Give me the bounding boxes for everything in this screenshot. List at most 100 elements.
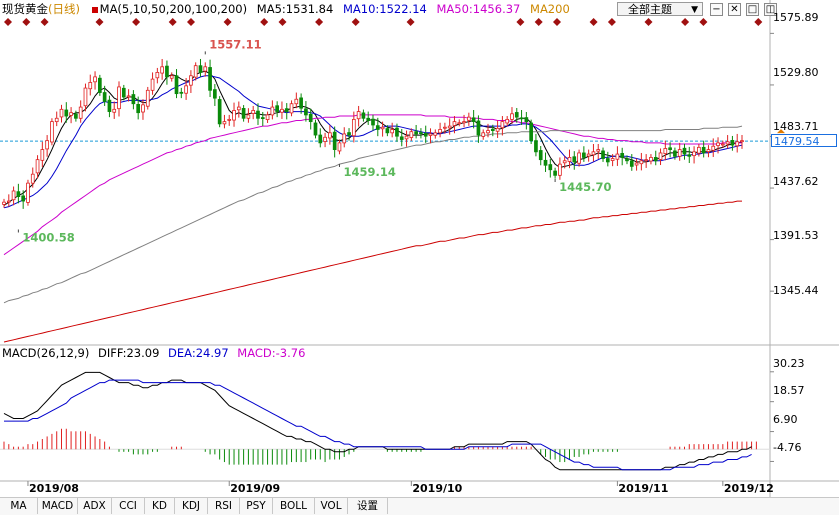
candle-body <box>198 65 203 73</box>
tab-boll[interactable]: BOLL <box>273 498 315 514</box>
candle-body <box>328 132 332 139</box>
candle-body <box>160 66 164 74</box>
gold-price-chart: 2019/08 2019/09 2019/10 2019/11 2019/12 1557.… <box>0 0 839 515</box>
macd-axis-label: 6.90 <box>773 413 798 426</box>
candle-body <box>543 159 548 166</box>
period-label[interactable]: (日线) <box>48 2 80 16</box>
candle-body <box>208 67 212 91</box>
candle-body <box>35 159 40 174</box>
candle-body <box>462 121 466 124</box>
candle-body <box>366 117 371 121</box>
candle-body <box>572 156 577 163</box>
candle-body <box>213 89 217 99</box>
candle-body <box>184 85 188 94</box>
candle-body <box>141 104 145 113</box>
candle-body <box>567 157 572 162</box>
price-axis-label: 1345.44 <box>773 284 819 297</box>
tab-adx[interactable]: ADX <box>78 498 112 514</box>
candle-body <box>304 108 308 116</box>
candle-body <box>730 140 735 146</box>
candle-body <box>534 140 538 153</box>
candle-body <box>644 159 648 162</box>
candle-body <box>610 158 615 161</box>
event-marker-icon <box>553 18 561 26</box>
candle-body <box>88 82 93 90</box>
candle-body <box>582 152 586 158</box>
candle-body <box>21 195 26 202</box>
tab-cci[interactable]: CCI <box>112 498 145 514</box>
candle-body <box>529 122 533 142</box>
theme-select[interactable]: 全部主题 ▼ <box>617 2 703 16</box>
event-marker-icon <box>95 18 104 26</box>
candle-body <box>735 141 740 147</box>
tab-kdj[interactable]: KDJ <box>175 498 208 514</box>
ma-line-ma50 <box>3 114 742 256</box>
candle-body <box>217 99 222 125</box>
candle-body <box>490 128 495 131</box>
chart-canvas: 2019/08 2019/09 2019/10 2019/11 2019/12 1557.… <box>0 0 839 497</box>
candle-body <box>558 163 562 176</box>
candle-body <box>121 87 126 98</box>
candle-body <box>299 97 303 109</box>
candle-body <box>385 128 390 134</box>
candle-body <box>615 153 620 160</box>
event-marker-icon <box>699 18 708 26</box>
tab-psy[interactable]: PSY <box>240 498 273 514</box>
ma-params: MA(5,10,50,200,100,200) <box>99 2 248 16</box>
candle-body <box>538 150 543 161</box>
time-axis-label: 2019/12 <box>724 482 774 495</box>
candle-body <box>457 122 462 125</box>
candle-body <box>577 152 581 164</box>
event-marker-icon <box>315 18 324 26</box>
tab-ma[interactable]: MA <box>0 498 38 514</box>
candle-body <box>586 153 591 157</box>
expand-icon[interactable]: □ <box>746 3 759 16</box>
candle-body <box>351 118 356 137</box>
candle-body <box>16 191 21 197</box>
tab-macd[interactable]: MACD <box>38 498 78 514</box>
candle-body <box>169 75 174 79</box>
candle-body <box>78 106 83 119</box>
candle-body <box>625 158 629 162</box>
candle-body <box>553 170 557 176</box>
candle-body <box>514 112 519 118</box>
tab-rsi[interactable]: RSI <box>208 498 240 514</box>
candle-body <box>419 132 423 134</box>
ma-line-ma100 <box>3 125 743 304</box>
candle-body <box>519 117 524 120</box>
ma-color-swatch <box>91 7 98 13</box>
time-axis-label: 2019/08 <box>29 482 79 495</box>
candle-body <box>308 113 313 123</box>
candle-body <box>725 141 730 145</box>
candle-body <box>337 142 342 152</box>
candle-body <box>232 110 236 121</box>
candle-body <box>270 106 275 116</box>
price-axis-label: 1483.71 <box>773 120 819 133</box>
candle-body <box>673 150 677 157</box>
candle-body <box>260 117 265 119</box>
candle-body <box>668 147 672 150</box>
tab-vol[interactable]: VOL <box>315 498 348 514</box>
candle-body <box>711 145 716 151</box>
event-marker-icon <box>589 18 598 26</box>
minimize-icon[interactable]: − <box>710 3 723 16</box>
candle-body <box>131 94 136 105</box>
candle-body <box>241 108 246 119</box>
macd-axis-label: 18.57 <box>773 384 805 397</box>
macd-axis-label: 30.23 <box>773 357 805 370</box>
close-icon[interactable]: ✕ <box>728 3 741 16</box>
candle-body <box>505 118 510 124</box>
candle-body <box>126 95 131 98</box>
event-marker-icon <box>40 18 49 26</box>
candle-body <box>481 132 486 137</box>
tab-kd[interactable]: KD <box>145 498 175 514</box>
candle-body <box>289 103 294 114</box>
candle-body <box>107 99 112 112</box>
event-marker-icon <box>278 18 287 26</box>
theme-select-value: 全部主题 <box>628 3 672 16</box>
candle-body <box>102 92 107 102</box>
candle-body <box>486 130 490 134</box>
candle-body <box>246 114 251 119</box>
tab-settings[interactable]: 设置 <box>348 498 388 514</box>
candle-body <box>634 162 639 166</box>
